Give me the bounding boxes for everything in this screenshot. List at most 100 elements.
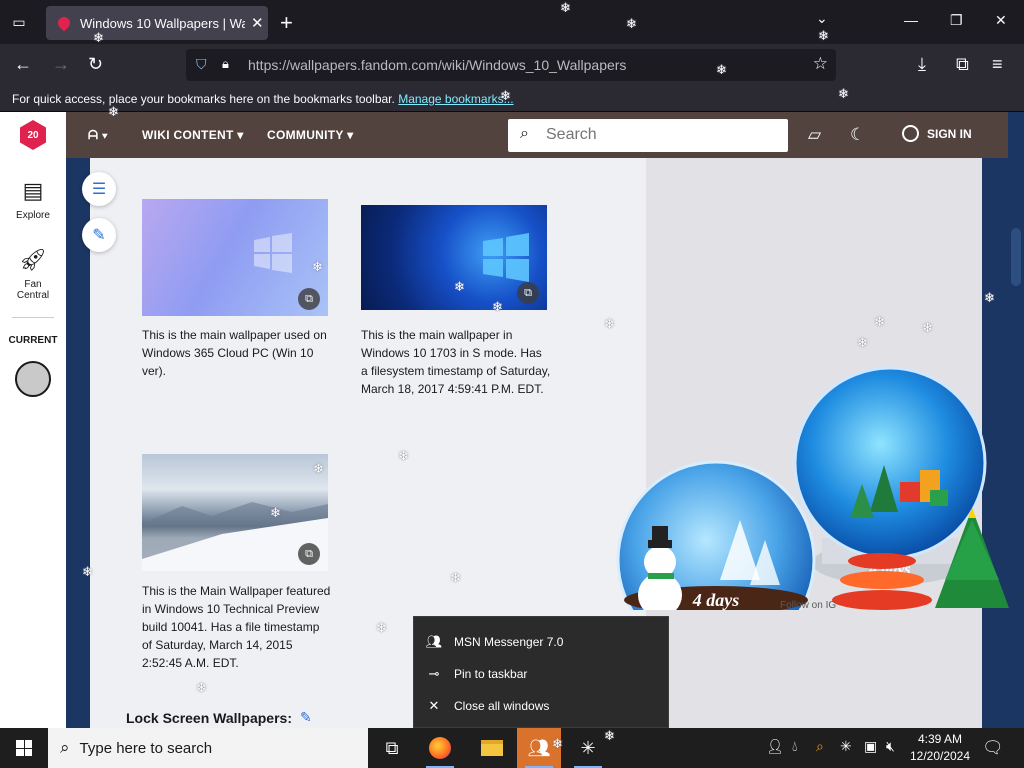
edit-page-icon[interactable]: ✎ xyxy=(82,218,116,252)
expand-gallery-icon[interactable]: ⧉ xyxy=(517,282,539,304)
manage-bookmarks-link[interactable]: Manage bookmarks... xyxy=(398,92,513,106)
menu-item-close-label: Close all windows xyxy=(454,699,550,713)
bookmarks-hint: For quick access, place your bookmarks h… xyxy=(12,92,395,106)
bookmark-star-icon[interactable]: ☆ xyxy=(813,54,828,74)
follow-label: Follow on IG xyxy=(780,600,836,610)
sign-in-label: SIGN IN xyxy=(927,126,972,141)
navigation-toolbar: ← → ↻ ⛉ 🔒︎ https://wallpapers.fandom.com… xyxy=(0,44,1024,86)
explore-icon: ▤ xyxy=(22,178,44,203)
search-tray-icon[interactable]: ⌕ xyxy=(816,738,824,755)
task-view-icon[interactable]: ⧉ xyxy=(370,728,414,768)
extensions-icon[interactable]: ⧉ xyxy=(956,54,969,75)
windows-icon xyxy=(16,740,32,756)
rail-explore[interactable]: ▤ Explore xyxy=(0,178,66,221)
water-drop-tray-icon[interactable]: 💧︎ xyxy=(792,738,798,755)
close-window-button[interactable]: ✕ xyxy=(995,12,1007,29)
menu-item-msn-messenger[interactable]: 👥︎ MSN Messenger 7.0 xyxy=(414,627,670,657)
snow-globe-decoration: 4 days 4 days Follow on IG xyxy=(616,366,1009,610)
network-icon[interactable]: ▣ xyxy=(864,738,877,755)
tab-strip: ▭ Windows 10 Wallpapers | Wallpapers Wik… xyxy=(0,0,1024,44)
folder-icon xyxy=(481,740,503,756)
tab-title: Windows 10 Wallpapers | Wallpapers Wiki xyxy=(80,15,245,31)
new-tab-button[interactable]: + xyxy=(280,10,293,36)
search-icon: ⌕ xyxy=(520,125,529,142)
close-icon: ✕ xyxy=(428,698,440,713)
wallpaper-caption-3: This is the Main Wallpaper featured in W… xyxy=(142,584,331,670)
tab-active[interactable]: Windows 10 Wallpapers | Wallpapers Wiki … xyxy=(46,6,268,40)
minimize-button[interactable]: — xyxy=(904,12,918,28)
snowflake-tray-icon[interactable]: ✳ xyxy=(840,738,852,755)
system-clock[interactable]: 4:39 AM 12/20/2024 xyxy=(908,731,972,765)
snow-app-taskbar-icon[interactable]: ✳ xyxy=(566,728,610,768)
notification-icon[interactable]: 🗨︎ xyxy=(982,738,1004,758)
clock-date: 12/20/2024 xyxy=(909,749,971,763)
wallpaper-thumbnail-2[interactable]: ⧉ xyxy=(361,205,547,310)
firefox-icon xyxy=(429,737,451,759)
wallpaper-caption-1: This is the main wallpaper used on Windo… xyxy=(142,328,327,378)
sign-in-button[interactable]: SIGN IN xyxy=(902,125,972,142)
close-tab-icon[interactable]: ✕ xyxy=(251,14,264,32)
wallpaper-thumbnail-1[interactable]: ⧉ xyxy=(142,199,328,316)
expand-gallery-icon[interactable]: ⧉ xyxy=(298,543,320,565)
rail-divider xyxy=(12,317,54,318)
rocket-icon: 🚀︎ xyxy=(19,247,47,272)
menu-item-pin-to-taskbar[interactable]: ⊸ Pin to taskbar xyxy=(414,659,670,689)
search-icon: ⌕ xyxy=(60,738,70,757)
rail-fan-central[interactable]: 🚀︎ Fan Central xyxy=(0,247,66,301)
menu-item-pin-label: Pin to taskbar xyxy=(454,667,528,681)
pin-icon: ⊸ xyxy=(428,666,440,681)
nav-community[interactable]: COMMUNITY ▾ xyxy=(267,128,353,142)
taskbar-jump-list: 👥︎ MSN Messenger 7.0 ⊸ Pin to taskbar ✕ … xyxy=(413,616,669,728)
start-button[interactable] xyxy=(0,728,48,768)
url-bar[interactable]: ⛉ 🔒︎ https://wallpapers.fandom.com/wiki/… xyxy=(186,49,836,81)
wallpaper-thumbnail-3[interactable]: ⧉ xyxy=(142,454,328,571)
section-heading-lock-screen: Lock Screen Wallpapers: xyxy=(126,710,292,726)
discussions-icon[interactable]: ▱ xyxy=(808,125,821,145)
moon-icon[interactable]: ☾ xyxy=(850,125,865,145)
table-of-contents-icon[interactable]: ☰ xyxy=(82,172,116,206)
wallpaper-caption-2: This is the main wallpaper in Windows 10… xyxy=(361,328,551,396)
firefox-taskbar-icon[interactable] xyxy=(418,728,462,768)
left-rail: 20 ▤ Explore 🚀︎ Fan Central CURRENT xyxy=(0,112,66,728)
taskbar: ⌕ Type here to search ⧉ 👥︎ ✳ 👤︎ 💧︎ ⌕ ✳ ▣… xyxy=(0,728,1024,768)
menu-item-close-all-windows[interactable]: ✕ Close all windows xyxy=(414,691,670,721)
days-label-left: 4 days xyxy=(692,590,740,610)
site-search[interactable]: ⌕ xyxy=(508,119,788,152)
back-button[interactable]: ← xyxy=(14,54,32,75)
nav-wiki-content[interactable]: WIKI CONTENT ▾ xyxy=(142,128,244,142)
menu-icon[interactable]: ≡ xyxy=(992,54,1003,75)
wiki-logo[interactable]: 20 xyxy=(20,120,46,150)
url-text[interactable]: https://wallpapers.fandom.com/wiki/Windo… xyxy=(248,57,626,73)
people-tray-icon[interactable]: 👤︎ xyxy=(766,738,784,755)
menu-item-msn-label: MSN Messenger 7.0 xyxy=(454,635,564,649)
downloads-icon[interactable]: ⤓ xyxy=(918,54,926,75)
msn-messenger-taskbar-icon[interactable]: 👥︎ xyxy=(517,728,561,768)
msn-icon: 👥︎ xyxy=(527,737,551,758)
taskbar-search-placeholder: Type here to search xyxy=(79,739,213,757)
restore-button[interactable]: ❐ xyxy=(950,12,963,29)
tab-list-icon[interactable]: ▭ xyxy=(8,11,30,33)
snowflake-icon: ✳ xyxy=(580,737,596,758)
expand-gallery-icon[interactable]: ⧉ xyxy=(298,288,320,310)
site-search-input[interactable] xyxy=(546,124,766,146)
rail-fan-central-label: Fan Central xyxy=(16,279,50,301)
current-wiki-avatar[interactable] xyxy=(15,361,51,397)
shield-icon[interactable]: ⛉ xyxy=(196,56,207,73)
volume-muted-icon[interactable]: 🔇︎ xyxy=(886,738,895,755)
user-icon xyxy=(902,125,919,142)
site-header: ᗩ ▾ WIKI CONTENT ▾ COMMUNITY ▾ ⌕ ▱ ☾ SIG… xyxy=(66,112,1008,158)
chevron-down-icon[interactable]: ⌄ xyxy=(816,10,828,27)
taskbar-search[interactable]: ⌕ Type here to search xyxy=(48,728,368,768)
edit-section-icon[interactable]: ✎ xyxy=(300,709,312,726)
rail-explore-label: Explore xyxy=(16,210,50,221)
rail-current-label: CURRENT xyxy=(8,335,58,346)
bookmarks-toolbar: For quick access, place your bookmarks h… xyxy=(0,86,1024,112)
reload-button[interactable]: ↻ xyxy=(88,54,103,75)
lock-icon[interactable]: 🔒︎ xyxy=(222,56,229,72)
file-explorer-taskbar-icon[interactable] xyxy=(470,728,514,768)
clock-time: 4:39 AM xyxy=(917,732,963,746)
forward-button[interactable]: → xyxy=(52,54,70,75)
msn-icon: 👥︎ xyxy=(425,634,443,649)
nav-wiki-content-label: WIKI CONTENT xyxy=(142,128,234,142)
fandom-menu-icon[interactable]: ᗩ ▾ xyxy=(88,128,108,143)
